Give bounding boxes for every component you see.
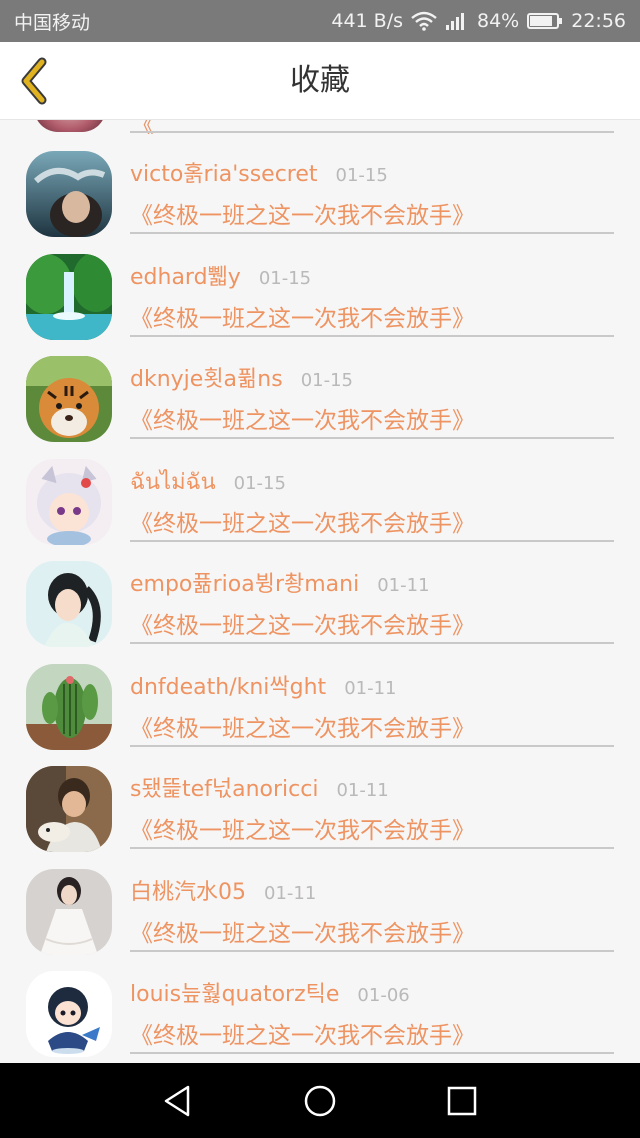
circle-home-icon[interactable] <box>302 1083 338 1119</box>
name-row: dnfdeath/kni싹ght 01-11 <box>130 669 397 701</box>
name-row: empo퓲rioa뷩r촹mani 01-11 <box>130 566 430 598</box>
favorite-date: 01-15 <box>335 165 388 186</box>
name-row: victo홁ria'ssecret 01-15 <box>130 156 388 188</box>
back-button[interactable] <box>14 56 58 106</box>
favorite-date: 01-15 <box>300 370 353 391</box>
status-bar: 中国移动 441 B/s 84% 22:56 <box>0 0 640 42</box>
wifi-icon <box>411 11 437 31</box>
username[interactable]: s됐뜵tef넋anoricci <box>130 771 318 803</box>
favorites-list[interactable]: 《 victo홁ria'ssecret 01-15 《终极一班之这一次我不会放手》 e… <box>0 120 640 1063</box>
work-title[interactable]: 《终极一班之这一次我不会放手》 <box>130 1016 475 1050</box>
favorite-list-item[interactable]: s됐뜵tef넋anoricci 01-11 《终极一班之这一次我不会放手》 <box>0 735 640 852</box>
page-title: 收藏 <box>290 63 350 98</box>
username[interactable]: louis늪훯quatorz틱e <box>130 976 339 1008</box>
favorite-date: 01-11 <box>336 780 389 801</box>
system-nav-bar <box>0 1063 640 1138</box>
favorite-list-item[interactable]: edhard쀏y 01-15 《终极一班之这一次我不会放手》 <box>0 223 640 340</box>
signal-icon <box>445 11 469 31</box>
favorite-list-item[interactable]: dnfdeath/kni싹ght 01-11 《终极一班之这一次我不会放手》 <box>0 633 640 750</box>
favorite-date: 01-15 <box>258 267 312 289</box>
chevron-left-icon <box>21 57 47 105</box>
name-row: ฉันไม่ฉัน 01-15 <box>130 464 286 499</box>
name-row: s됐뜵tef넋anoricci 01-11 <box>130 771 389 803</box>
favorite-list-item[interactable]: louis늪훯quatorz틱e 01-06 《终极一班之这一次我不会放手》 <box>0 940 640 1057</box>
name-row: 白桃汽水05 01-11 <box>130 874 316 906</box>
username[interactable]: victo홁ria'ssecret <box>130 156 318 188</box>
favorite-date: 01-06 <box>357 985 410 1006</box>
favorite-list-item[interactable]: ฉันไม่ฉัน 01-15 《终极一班之这一次我不会放手》 <box>0 428 640 545</box>
name-row: edhard쀏y 01-15 <box>130 259 311 291</box>
carrier-name: 中国移动 <box>14 11 91 34</box>
name-row: dknyje횟a퓖ns 01-15 <box>130 361 353 393</box>
favorite-date: 01-15 <box>233 472 286 494</box>
divider <box>130 1052 614 1054</box>
triangle-back-icon[interactable] <box>160 1083 196 1119</box>
app-header: 收藏 <box>0 42 640 120</box>
username[interactable]: ฉันไม่ฉัน <box>130 464 216 499</box>
battery-percent: 84% <box>477 10 520 32</box>
clock: 22:56 <box>571 10 626 32</box>
favorite-date: 01-11 <box>264 882 317 904</box>
battery-icon <box>527 11 563 31</box>
username[interactable]: dknyje횟a퓖ns <box>130 361 283 393</box>
favorite-date: 01-11 <box>344 677 397 699</box>
favorite-list-item[interactable]: 白桃汽水05 01-11 《终极一班之这一次我不会放手》 <box>0 838 640 955</box>
username[interactable]: 白桃汽水05 <box>130 874 246 906</box>
name-row: louis늪훯quatorz틱e 01-06 <box>130 976 410 1008</box>
favorite-date: 01-11 <box>377 575 430 596</box>
avatar-chibi-icon[interactable] <box>26 971 112 1057</box>
username[interactable]: empo퓲rioa뷩r촹mani <box>130 566 359 598</box>
favorite-list-item[interactable]: empo퓲rioa뷩r촹mani 01-11 《终极一班之这一次我不会放手》 <box>0 530 640 647</box>
favorite-list-item[interactable]: dknyje횟a퓖ns 01-15 《终极一班之这一次我不会放手》 <box>0 325 640 442</box>
username[interactable]: edhard쀏y <box>130 259 241 291</box>
username[interactable]: dnfdeath/kni싹ght <box>130 669 326 701</box>
network-speed: 441 B/s <box>331 10 403 32</box>
square-recents-icon[interactable] <box>444 1083 480 1119</box>
favorite-list-item[interactable]: victo홁ria'ssecret 01-15 《终极一班之这一次我不会放手》 <box>0 120 640 237</box>
